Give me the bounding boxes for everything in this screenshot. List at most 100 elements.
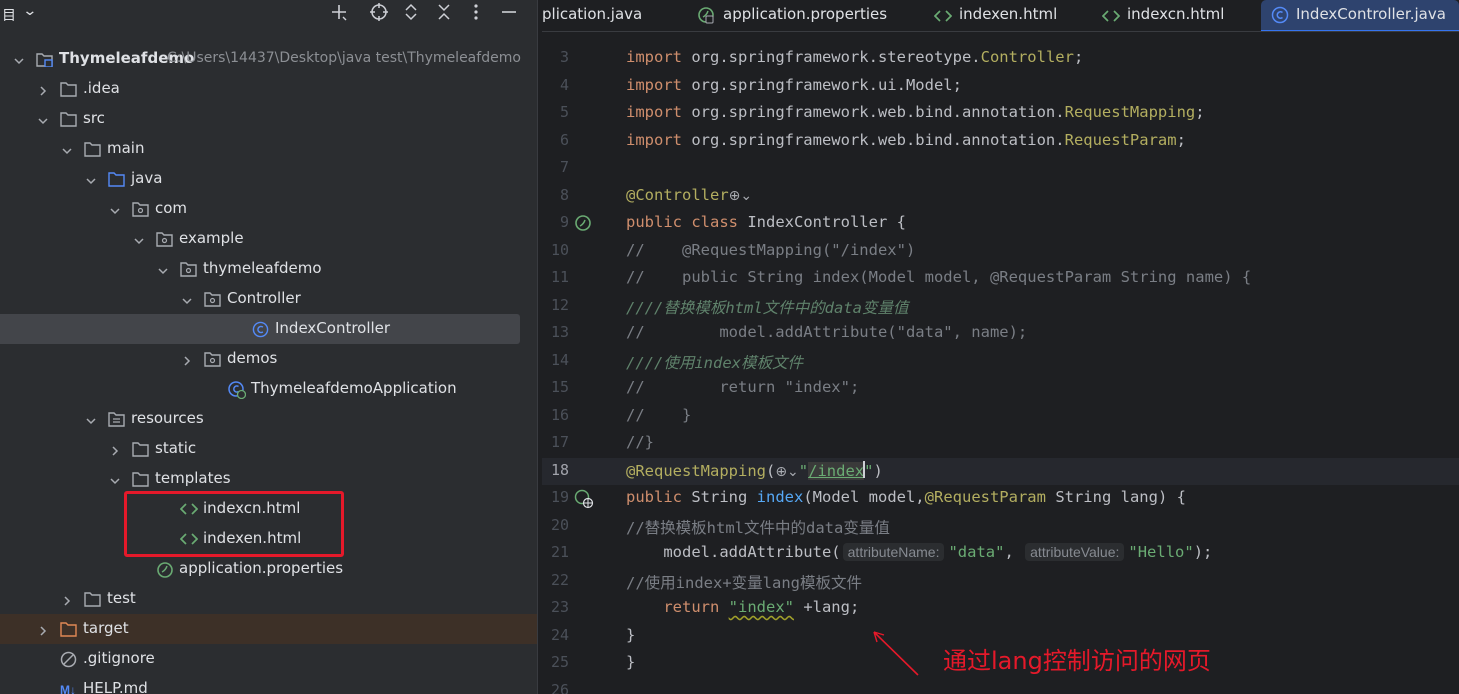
spring-bean-icon[interactable] xyxy=(574,214,594,234)
tab-indexcn-html[interactable]: indexcn.html xyxy=(1096,0,1236,31)
tab-application-java[interactable]: plication.java xyxy=(542,0,672,31)
code-line[interactable]: 21 model.addAttribute(attributeName: "dat… xyxy=(542,540,1459,568)
tab-indexcontroller-java[interactable]: IndexController.java xyxy=(1261,0,1459,31)
code-line[interactable]: 19 public String index(Model model,@Reque… xyxy=(542,485,1459,513)
chevron-right-icon[interactable] xyxy=(37,622,49,636)
project-path: C:\Users\14437\Desktop\java test\Thymele… xyxy=(167,50,521,66)
code-line[interactable]: 7 xyxy=(542,155,1459,183)
chevron-down-icon[interactable] xyxy=(133,232,145,245)
tree-item-main[interactable]: main xyxy=(0,134,537,164)
chevron-down-icon[interactable] xyxy=(157,262,169,275)
line-number: 22 xyxy=(550,570,569,589)
tree-item-demos[interactable]: demos xyxy=(0,344,537,374)
code-line[interactable]: 22 //使用index+变量lang模板文件 xyxy=(542,568,1459,596)
expand-all-icon[interactable] xyxy=(399,2,423,26)
chevron-down-icon[interactable] xyxy=(61,142,73,155)
html-file-icon xyxy=(933,8,953,26)
code-line[interactable]: 20 //替换模板html文件中的data变量值 xyxy=(542,513,1459,541)
collapse-all-icon[interactable] xyxy=(432,2,456,26)
tree-item-indexcontroller[interactable]: IndexController xyxy=(0,314,537,344)
tree-item-label: target xyxy=(83,619,129,637)
tree-item-label: src xyxy=(83,109,105,127)
code-line[interactable]: 16 // } xyxy=(542,403,1459,431)
line-number: 8 xyxy=(559,185,569,204)
new-file-icon[interactable] xyxy=(327,2,351,26)
minimize-icon[interactable] xyxy=(497,2,521,26)
spring-request-mapping-icon[interactable] xyxy=(574,489,594,509)
chevron-right-icon[interactable] xyxy=(109,442,121,456)
code-line[interactable]: 26 xyxy=(542,678,1459,694)
code-line[interactable]: 4 import org.springframework.ui.Model; xyxy=(542,73,1459,101)
excluded-folder-icon xyxy=(60,621,77,637)
code-line[interactable]: 3 import org.springframework.stereotype.C… xyxy=(542,45,1459,73)
code-editor[interactable]: 3 import org.springframework.stereotype.C… xyxy=(542,33,1459,694)
tree-item-target[interactable]: target xyxy=(0,614,537,644)
locate-file-icon[interactable] xyxy=(367,2,391,26)
tree-item-label: com xyxy=(155,199,188,217)
tree-item-label: static xyxy=(155,439,197,457)
code-line[interactable]: 15 // return "index"; xyxy=(542,375,1459,403)
tree-item-controller[interactable]: Controller xyxy=(0,284,537,314)
chevron-down-icon[interactable] xyxy=(13,52,25,65)
line-number: 10 xyxy=(550,240,569,259)
resources-folder-icon xyxy=(108,411,125,427)
code-line[interactable]: 6 import org.springframework.web.bind.ann… xyxy=(542,128,1459,156)
chevron-down-icon[interactable] xyxy=(37,112,49,125)
tree-item-gitignore[interactable]: .gitignore xyxy=(0,644,537,674)
code-text: import org.springframework.web.bind.anno… xyxy=(626,130,1186,149)
code-line[interactable]: 13 // model.addAttribute("data", name); xyxy=(542,320,1459,348)
chevron-down-icon[interactable] xyxy=(181,292,193,305)
code-line[interactable]: 5 import org.springframework.web.bind.ann… xyxy=(542,100,1459,128)
code-line[interactable]: 18 @RequestMapping(⊕⌄"/index") xyxy=(542,457,1459,485)
folder-icon xyxy=(60,111,77,127)
tree-item-help-md[interactable]: M↓ HELP.md xyxy=(0,674,537,694)
code-line[interactable]: 10 // @RequestMapping("/index") xyxy=(542,238,1459,266)
tree-item-label: .idea xyxy=(83,79,120,97)
code-text: // return "index"; xyxy=(626,378,860,396)
line-number: 21 xyxy=(550,543,569,561)
code-line[interactable]: 11 // public String index(Model model, @R… xyxy=(542,265,1459,293)
tree-item-resources[interactable]: resources xyxy=(0,404,537,434)
chevron-down-icon[interactable] xyxy=(85,172,97,185)
tree-item-java[interactable]: java xyxy=(0,164,537,194)
tree-item-com[interactable]: com xyxy=(0,194,537,224)
tree-item-test[interactable]: test xyxy=(0,584,537,614)
code-text: public String index(Model model,@Request… xyxy=(626,488,1186,506)
tree-item-thymeleafdemo[interactable]: Thymeleafdemo C:\Users\14437\Desktop\java… xyxy=(0,44,537,74)
tab-application-properties[interactable]: application.properties xyxy=(692,0,907,31)
code-line[interactable]: 23 return "index" +lang; xyxy=(542,595,1459,623)
line-number: 17 xyxy=(550,433,569,451)
globe-icon[interactable]: ⊕⌄ xyxy=(775,464,798,480)
chevron-down-icon[interactable]: ⌄ xyxy=(22,3,37,19)
tree-item-label: IndexController xyxy=(275,319,391,337)
tree-item-thymeleafdemo[interactable]: thymeleafdemo xyxy=(0,254,537,284)
tree-item-example[interactable]: example xyxy=(0,224,537,254)
chevron-right-icon[interactable] xyxy=(181,352,193,366)
folder-icon xyxy=(132,441,149,457)
tree-item-label: demos xyxy=(227,349,278,367)
tree-item-thymeleafdemoapplication[interactable]: ThymeleafdemoApplication xyxy=(0,374,537,404)
code-line[interactable]: 8 @Controller⊕⌄ xyxy=(542,183,1459,211)
code-text: return "index" +lang; xyxy=(663,598,860,616)
tree-item-static[interactable]: static xyxy=(0,434,537,464)
more-options-icon[interactable] xyxy=(464,2,488,26)
code-line[interactable]: 14 ////使用index模板文件 xyxy=(542,348,1459,376)
tree-item-templates[interactable]: templates xyxy=(0,464,537,494)
tree-item-label: templates xyxy=(155,469,231,487)
chevron-right-icon[interactable] xyxy=(37,82,49,96)
code-line[interactable]: 12 ////替换模板html文件中的data变量值 xyxy=(542,293,1459,321)
tree-item-src[interactable]: src xyxy=(0,104,537,134)
tree-item-application-properties[interactable]: application.properties xyxy=(0,554,537,584)
chevron-right-icon[interactable] xyxy=(61,592,73,606)
spring-properties-icon xyxy=(697,6,715,24)
chevron-down-icon[interactable] xyxy=(109,202,121,215)
tree-item-idea[interactable]: .idea xyxy=(0,74,537,104)
chevron-down-icon[interactable] xyxy=(109,472,121,485)
tab-label: plication.java xyxy=(542,5,643,23)
project-view-title[interactable]: 目 xyxy=(2,5,16,25)
code-line[interactable]: 9 public class IndexController { xyxy=(542,210,1459,238)
globe-icon[interactable]: ⊕⌄ xyxy=(729,188,752,204)
code-line[interactable]: 17 //} xyxy=(542,430,1459,458)
chevron-down-icon[interactable] xyxy=(85,412,97,425)
tab-indexen-html[interactable]: indexen.html xyxy=(928,0,1068,31)
